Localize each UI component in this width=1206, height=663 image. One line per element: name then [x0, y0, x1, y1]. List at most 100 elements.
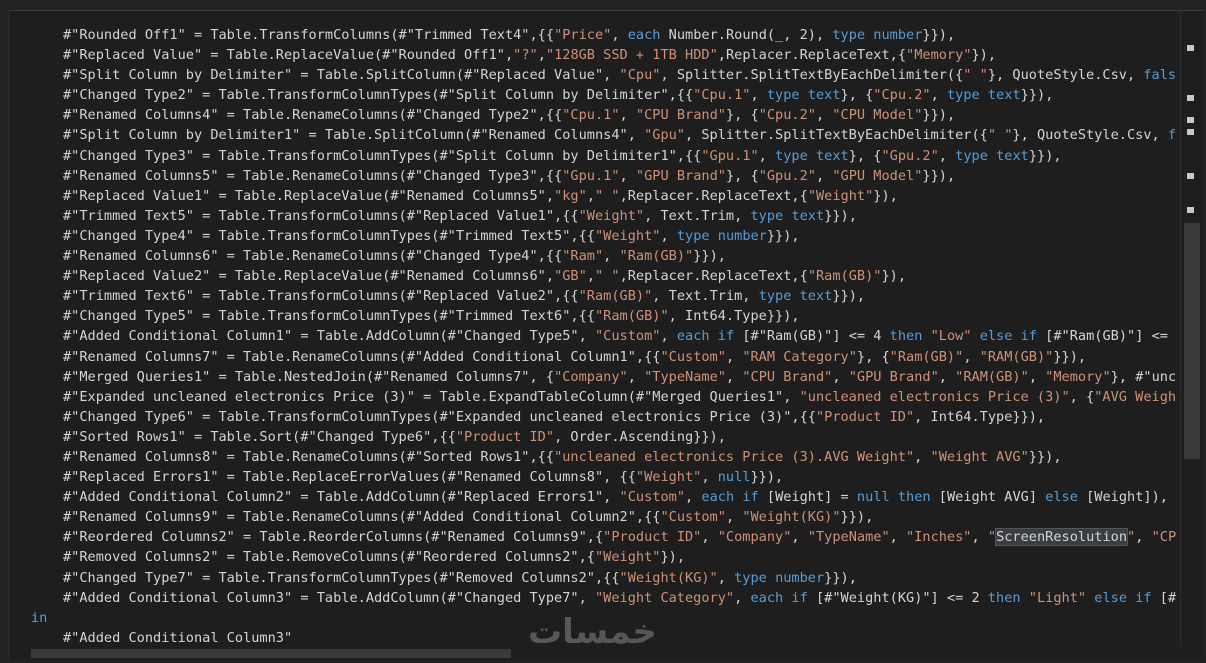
code-string: "Ram(GB)" — [889, 348, 964, 365]
vertical-scrollbar-thumb[interactable] — [1184, 223, 1200, 459]
code-token: }}), — [922, 167, 956, 184]
code-keyword: text — [996, 147, 1029, 164]
code-keyword: type — [766, 87, 800, 104]
code-string: "Custom" — [660, 509, 726, 526]
code-token: , — [701, 529, 718, 546]
code-string: "GB" — [554, 268, 587, 285]
code-token: #"Reordered Columns2" = Table.ReorderCol… — [63, 529, 604, 546]
code-keyword: text — [807, 87, 841, 104]
code-keyword: else — [979, 328, 1013, 345]
code-token: [#" — [1159, 589, 1177, 606]
code-string: "kg" — [554, 187, 587, 204]
code-string: "GPU Brand" — [848, 368, 939, 385]
code-line: #"Sorted Rows1" = Table.Sort(#"Changed T… — [31, 427, 1177, 447]
code-token: , — [611, 27, 628, 43]
code-token: #"Renamed Columns5" = Table.RenameColumn… — [63, 167, 563, 184]
code-token: , — [815, 167, 833, 184]
code-token: }), — [873, 187, 898, 204]
code-line: #"Expanded uncleaned electronics Price (… — [31, 387, 1177, 407]
code-editor[interactable]: #"Rounded Off1" = Table.TransformColumns… — [31, 25, 1177, 647]
code-keyword: if — [742, 489, 759, 506]
code-token: , — [750, 87, 767, 104]
code-token: #"Sorted Rows1" = Table.Sort(#"Changed T… — [63, 428, 456, 445]
code-keyword: in — [31, 609, 48, 626]
code-token: , — [627, 368, 645, 385]
code-line: #"Renamed Columns8" = Table.RenameColumn… — [31, 447, 1177, 467]
code-string: "Gpu" — [644, 127, 685, 144]
code-line: #"Split Column by Delimiter1" = Table.Sp… — [31, 125, 1177, 145]
code-string: "Ram(GB)" — [619, 248, 694, 265]
code-token: }}), — [922, 107, 956, 124]
code-keyword: number — [717, 227, 767, 244]
code-keyword: null — [717, 469, 751, 486]
code-string: "Company" — [717, 529, 792, 546]
code-line: #"Trimmed Text5" = Table.TransformColumn… — [31, 206, 1177, 226]
code-string: " " — [595, 187, 620, 204]
code-keyword: null — [856, 489, 890, 506]
code-token: , — [717, 569, 735, 586]
code-token: , — [1135, 529, 1152, 546]
code-keyword: then — [987, 589, 1021, 606]
code-token: #"Trimmed Text6" = Table.TransformColumn… — [63, 288, 579, 305]
code-string: "TypeName" — [644, 368, 726, 385]
vertical-scrollbar[interactable] — [1180, 11, 1203, 659]
code-keyword: false — [1143, 67, 1177, 84]
code-token: }, { — [856, 348, 890, 365]
code-string: " " — [963, 67, 988, 84]
code-token: , — [725, 368, 743, 385]
code-token: #"Trimmed Text5" = Table.TransformColumn… — [63, 207, 579, 224]
code-keyword: if — [717, 328, 735, 345]
code-keyword: if — [1020, 328, 1037, 345]
code-token: , — [1028, 368, 1046, 385]
code-token: [#"Weight(KG)"] <= 2 — [807, 589, 988, 606]
code-string: "Company" — [554, 368, 628, 385]
code-line: #"Added Conditional Column2" = Table.Add… — [31, 487, 1177, 507]
code-token: #"Removed Columns2" = Table.RemoveColumn… — [63, 549, 595, 566]
code-line: #"Changed Type5" = Table.TransformColumn… — [31, 306, 1177, 326]
code-token: #"Renamed Columns6" = Table.RenameColumn… — [63, 248, 563, 265]
code-line: #"Replaced Errors1" = Table.ReplaceError… — [31, 467, 1177, 487]
code-string: "CPU Brand" — [635, 107, 726, 124]
code-token: , Splitter.SplitTextByEachDelimiter({ — [685, 127, 988, 144]
code-token: #"Renamed Columns7" = Table.RenameColumn… — [63, 348, 661, 365]
code-token: #"Changed Type3" = Table.TransformColumn… — [63, 147, 702, 164]
code-keyword: else — [1045, 489, 1078, 506]
code-keyword: type — [832, 27, 866, 43]
code-string: "TypeName" — [807, 529, 890, 546]
scroll-marker — [1187, 117, 1194, 123]
horizontal-scrollbar-thumb[interactable] — [31, 649, 511, 658]
code-keyword: text — [987, 87, 1021, 104]
scroll-marker — [1187, 45, 1194, 51]
code-string: " — [1127, 529, 1136, 546]
code-string: "Price" — [554, 27, 612, 43]
code-string: "CPU — [1151, 529, 1177, 546]
code-keyword: each — [701, 489, 735, 506]
code-token: #"Renamed Columns4" = Table.RenameColumn… — [63, 107, 563, 124]
code-token: #"Changed Type6" = Table.TransformColumn… — [63, 408, 816, 425]
code-token: }), — [971, 47, 997, 64]
code-line: #"Trimmed Text6" = Table.TransformColumn… — [31, 286, 1177, 306]
code-token: #"Added Conditional Column1" = Table.Add… — [63, 328, 595, 345]
advanced-editor-panel: #"Rounded Off1" = Table.TransformColumns… — [8, 10, 1203, 659]
code-line: #"Changed Type2" = Table.TransformColumn… — [31, 85, 1177, 105]
code-token: , — [660, 227, 677, 244]
code-string: "Custom" — [619, 489, 686, 506]
code-keyword: type — [955, 147, 988, 164]
code-token: }}), — [1053, 348, 1087, 365]
code-line: #"Changed Type7" = Table.TransformColumn… — [31, 568, 1177, 588]
code-line: #"Replaced Value" = Table.ReplaceValue(#… — [31, 45, 1177, 65]
code-token: , { — [1069, 388, 1095, 405]
code-token: , Text.Trim, — [644, 207, 751, 224]
code-string: "Ram(GB)" — [578, 288, 653, 305]
code-line: #"Reordered Columns2" = Table.ReorderCol… — [31, 527, 1177, 547]
code-token: }}), — [1028, 448, 1062, 465]
code-string: " " — [987, 127, 1013, 144]
code-token: , — [930, 87, 947, 104]
code-keyword: if — [791, 589, 808, 606]
code-token: , — [938, 368, 956, 385]
